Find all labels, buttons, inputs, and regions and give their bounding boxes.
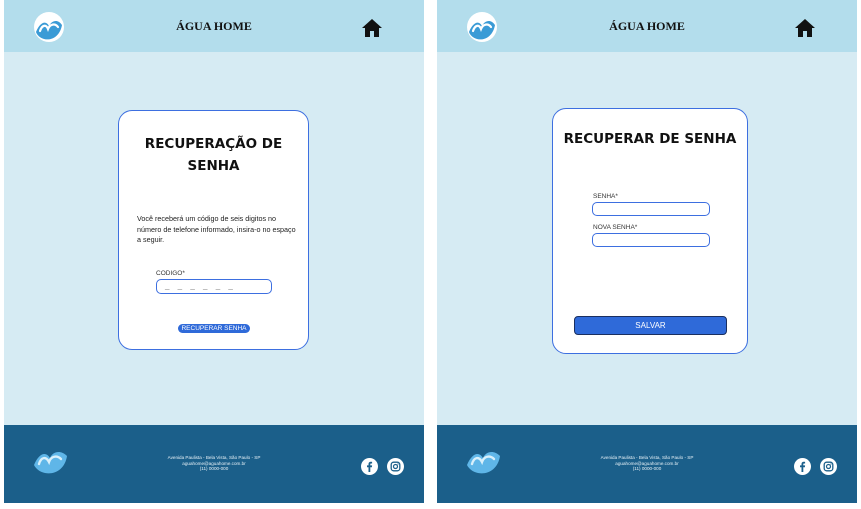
- save-button[interactable]: SALVAR: [574, 316, 727, 335]
- instagram-icon[interactable]: [387, 458, 404, 475]
- header: ÁGUA HOME: [437, 0, 857, 52]
- recovery-card: RECUPERAÇÃO DE SENHA Você receberá um có…: [118, 110, 309, 350]
- instructions-text: Você receberá um código de seis digitos …: [137, 214, 296, 244]
- new-password-card: RECUPERAR DE SENHA SENHA* NOVA SENHA* SA…: [552, 108, 748, 354]
- new-password-label: NOVA SENHA*: [593, 224, 638, 231]
- code-label: CODIGO*: [156, 270, 185, 277]
- new-password-input[interactable]: [592, 233, 710, 247]
- facebook-icon[interactable]: [794, 458, 811, 475]
- facebook-icon[interactable]: [361, 458, 378, 475]
- home-icon[interactable]: [794, 18, 816, 38]
- home-icon[interactable]: [361, 18, 383, 38]
- recover-password-button[interactable]: RECUPERAR SENHA: [178, 324, 250, 333]
- instagram-icon[interactable]: [820, 458, 837, 475]
- new-password-screen: ÁGUA HOME RECUPERAR DE SENHA SENHA* NOVA…: [437, 0, 857, 503]
- header: ÁGUA HOME: [4, 0, 424, 52]
- footer: Avenida Paulista - Bela Vista, São Paulo…: [437, 425, 857, 503]
- card-title: RECUPERAÇÃO DE SENHA: [144, 136, 283, 174]
- card-title: RECUPERAR DE SENHA: [563, 131, 737, 147]
- recovery-screen: ÁGUA HOME RECUPERAÇÃO DE SENHA Você rece…: [4, 0, 424, 503]
- password-label: SENHA*: [593, 193, 618, 200]
- password-input[interactable]: [592, 202, 710, 216]
- footer: Avenida Paulista - Bela Vista, São Paulo…: [4, 425, 424, 503]
- code-input[interactable]: _ _ _ _ _ _: [156, 279, 272, 294]
